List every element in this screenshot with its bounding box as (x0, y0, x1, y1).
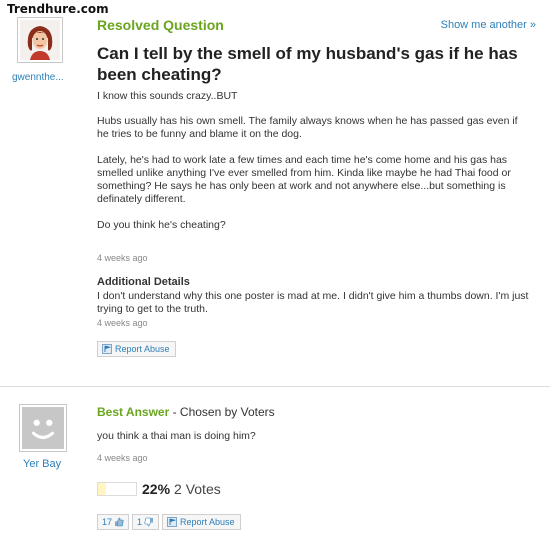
chosen-by-label: - Chosen by Voters (169, 405, 275, 419)
question-paragraph: I know this sounds crazy..BUT (97, 90, 238, 102)
asker-avatar[interactable] (17, 17, 63, 63)
rating-bar (97, 482, 137, 496)
best-answer-section: Yer Bay Best Answer - Chosen by Voters y… (0, 387, 550, 552)
question-paragraph: Lately, he's had to work late a few time… (97, 154, 511, 205)
additional-details-timestamp: 4 weeks ago (97, 318, 148, 328)
thumbs-up-button[interactable]: 17 (97, 514, 130, 530)
report-abuse-label: Report Abuse (180, 517, 235, 527)
thumbs-down-count: 1 (137, 517, 143, 527)
additional-details-text: I don't understand why this one poster i… (97, 290, 529, 315)
answerer-name[interactable]: Yer Bay (23, 458, 61, 470)
avatar-default-smiley-icon (22, 407, 64, 449)
thumbs-down-button[interactable]: 1 (132, 514, 160, 530)
answerer-avatar[interactable] (19, 404, 67, 452)
question-body: I know this sounds crazy..BUT Hubs usual… (97, 90, 527, 245)
answer-rating: 22% 2 Votes (97, 481, 221, 497)
avatar-woman-icon (20, 20, 60, 60)
flag-icon (102, 344, 112, 354)
answer-timestamp: 4 weeks ago (97, 453, 148, 463)
show-another-link[interactable]: Show me another » (441, 19, 536, 31)
answer-text: you think a thai man is doing him? (97, 430, 256, 442)
flag-icon (167, 517, 178, 527)
question-report-abuse-button[interactable]: Report Abuse (97, 341, 176, 357)
resolved-question-label: Resolved Question (97, 17, 224, 33)
thumbs-up-icon (115, 517, 124, 527)
answer-actions: 17 1 Report Abuse (97, 514, 241, 530)
question-paragraph: Hubs usually has his own smell. The fami… (97, 115, 518, 140)
rating-bar-fill (98, 483, 107, 495)
thumbs-down-icon (144, 517, 154, 527)
asker-name[interactable]: gwennthe... (12, 72, 64, 83)
best-answer-header: Best Answer - Chosen by Voters (97, 405, 275, 419)
report-abuse-label: Report Abuse (115, 344, 170, 354)
additional-details-heading: Additional Details (97, 276, 190, 288)
question-paragraph: Do you think he's cheating? (97, 219, 226, 231)
site-watermark: Trendhure.com (4, 2, 112, 16)
question-timestamp: 4 weeks ago (97, 253, 148, 263)
rating-percent: 22% (142, 481, 171, 497)
question-title: Can I tell by the smell of my husband's … (97, 44, 518, 84)
best-answer-label: Best Answer (97, 405, 170, 419)
vote-count: 2 Votes (174, 481, 221, 497)
question-section: gwennthe... Resolved Question Show me an… (0, 0, 550, 386)
thumbs-up-count: 17 (102, 517, 113, 527)
answer-report-abuse-button[interactable]: Report Abuse (162, 514, 241, 530)
